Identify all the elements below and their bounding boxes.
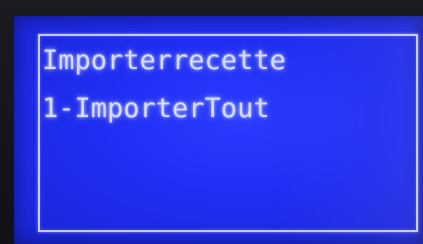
- lcd-screen: Importerrecette 1-ImporterTout: [14, 16, 423, 244]
- menu-option-import-all[interactable]: 1-ImporterTout: [42, 94, 270, 124]
- device-body: Importerrecette 1-ImporterTout: [0, 0, 423, 244]
- menu-title: Importerrecette: [42, 45, 286, 76]
